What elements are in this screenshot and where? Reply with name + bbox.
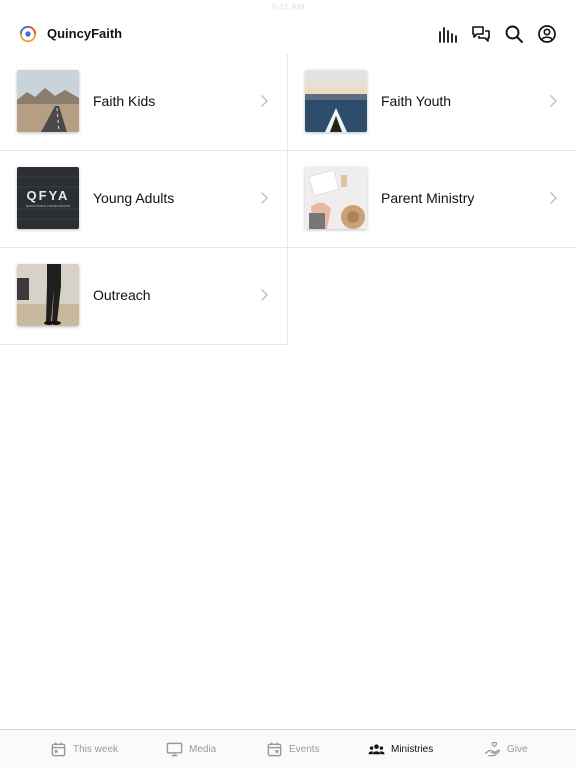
tab-media[interactable]: Media xyxy=(166,730,216,768)
ministry-label: Young Adults xyxy=(93,190,175,206)
chevron-right-icon xyxy=(261,289,268,301)
ministry-label: Outreach xyxy=(93,287,151,303)
tab-label: Media xyxy=(189,743,217,755)
ministry-label: Faith Youth xyxy=(381,93,452,109)
people-group-icon xyxy=(368,743,385,754)
qfya-logo-text: QFYA xyxy=(27,188,70,203)
bottom-tab-bar: This week Media Events Ministries Give xyxy=(0,729,576,768)
tab-label: This week xyxy=(73,743,119,755)
qfya-logo-subtext: QUINCYFAITH YOUNG ADULTS xyxy=(26,204,70,208)
tab-events[interactable]: Events xyxy=(266,730,320,768)
ministry-item-outreach[interactable]: Outreach xyxy=(0,248,288,345)
ministry-thumbnail xyxy=(305,70,367,132)
ministry-thumbnail xyxy=(17,264,79,326)
tab-ministries[interactable]: Ministries xyxy=(368,730,433,768)
audio-bars-icon[interactable] xyxy=(437,23,459,45)
ministry-label: Parent Ministry xyxy=(381,190,475,206)
ministry-item-faith-kids[interactable]: Faith Kids xyxy=(0,54,288,151)
chevron-right-icon xyxy=(550,95,557,107)
ministry-thumbnail: QFYA QUINCYFAITH YOUNG ADULTS xyxy=(17,167,79,229)
ministry-item-young-adults[interactable]: QFYA QUINCYFAITH YOUNG ADULTS Young Adul… xyxy=(0,151,288,248)
tab-label: Give xyxy=(507,743,528,755)
top-bar: QuincyFaith xyxy=(0,14,576,54)
ministry-item-parent-ministry[interactable]: Parent Ministry xyxy=(288,151,576,248)
search-icon[interactable] xyxy=(503,23,525,45)
tab-label: Events xyxy=(289,743,320,755)
status-bar: 9:41 AM xyxy=(0,0,576,14)
status-time: 9:41 AM xyxy=(271,2,305,12)
tab-give[interactable]: Give xyxy=(484,730,528,768)
account-circle-icon[interactable] xyxy=(536,23,558,45)
tab-this-week[interactable]: This week xyxy=(50,730,118,768)
ministry-label: Faith Kids xyxy=(93,93,156,109)
chat-bubbles-icon[interactable] xyxy=(470,23,492,45)
chevron-right-icon xyxy=(550,192,557,204)
calendar-icon xyxy=(267,741,282,756)
quincyfaith-logo[interactable] xyxy=(19,25,37,43)
ministry-item-faith-youth[interactable]: Faith Youth xyxy=(288,54,576,151)
ministry-thumbnail xyxy=(17,70,79,132)
app-title: QuincyFaith xyxy=(47,26,123,41)
giving-hand-icon xyxy=(484,741,500,756)
ministry-thumbnail xyxy=(305,167,367,229)
chevron-right-icon xyxy=(261,192,268,204)
tab-label: Ministries xyxy=(391,743,434,755)
calendar-icon xyxy=(51,741,66,756)
monitor-icon xyxy=(166,742,183,756)
chevron-right-icon xyxy=(261,95,268,107)
